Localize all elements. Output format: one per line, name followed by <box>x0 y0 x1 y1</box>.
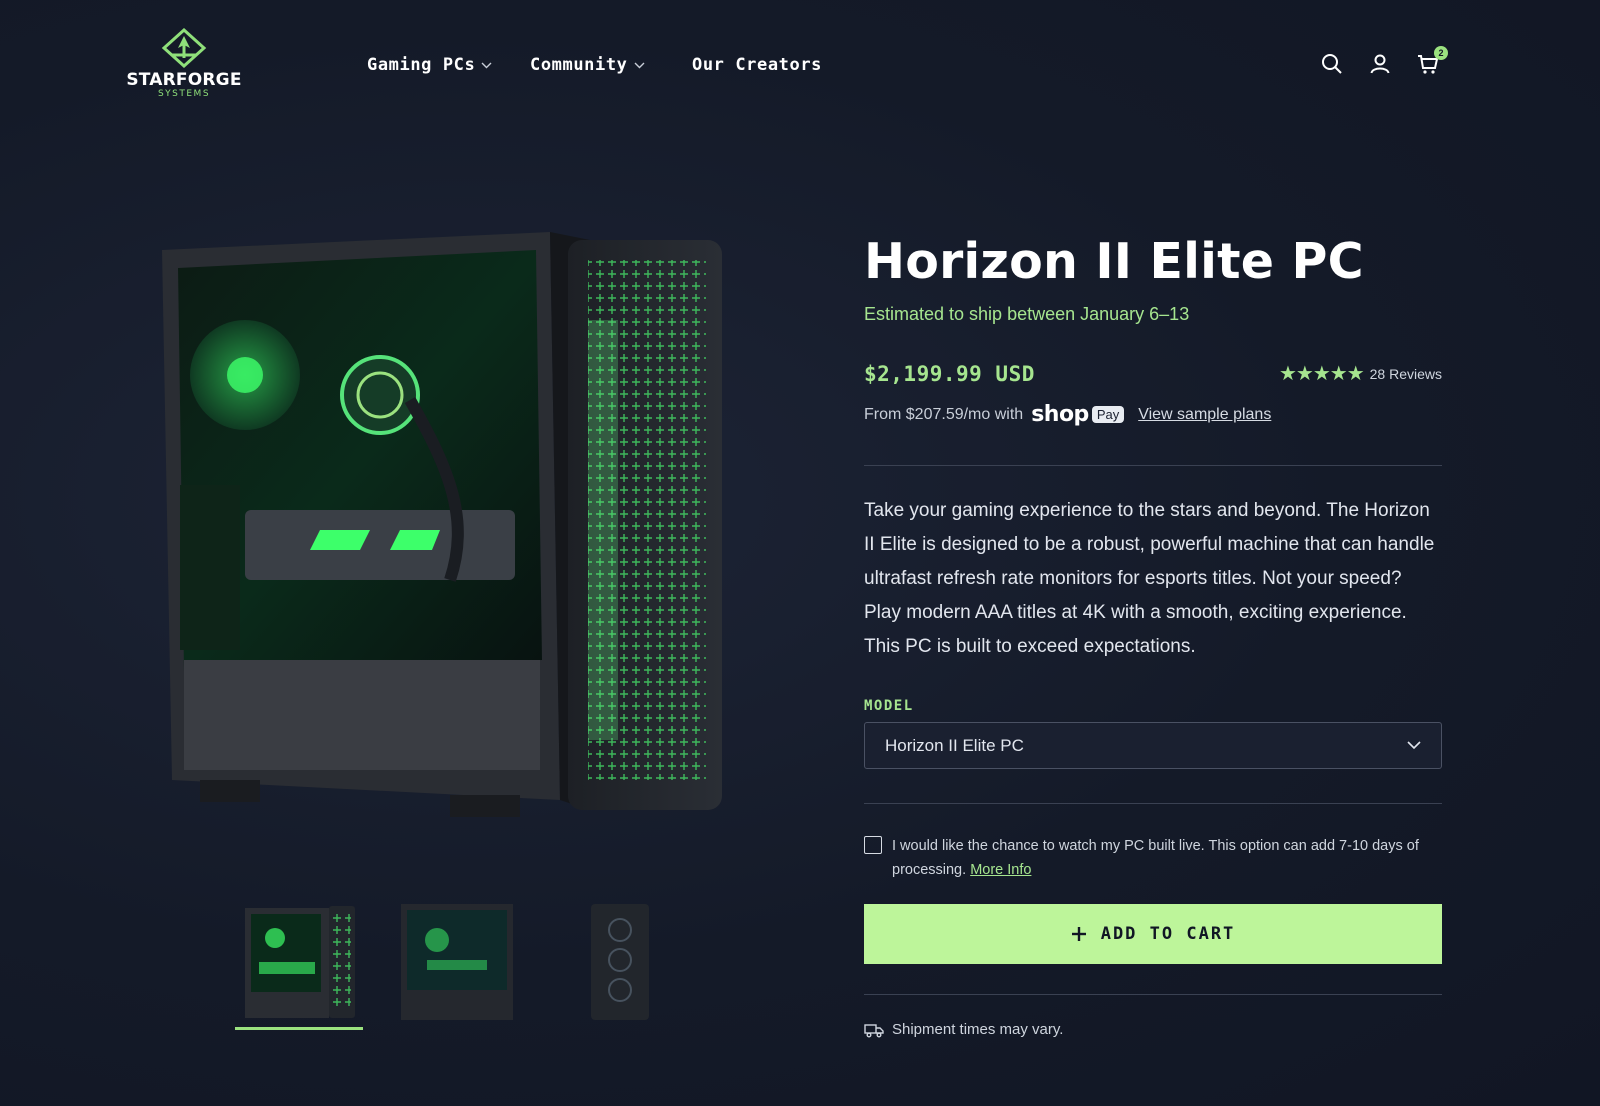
product-info: Horizon II Elite PC Estimated to ship be… <box>864 232 1442 1038</box>
shop-pay-badge: Pay <box>1091 406 1125 423</box>
add-to-cart-button[interactable]: ADD TO CART <box>864 904 1442 964</box>
thumbnail-2[interactable] <box>397 900 525 1030</box>
product-price: $2,199.99 USD <box>864 361 1035 386</box>
nav-our-creators[interactable]: Our Creators <box>692 55 822 75</box>
starforge-logo-icon <box>161 28 207 68</box>
price-row: $2,199.99 USD ★★★★★ 28 Reviews <box>864 361 1442 386</box>
reviews-count: 28 Reviews <box>1369 365 1442 382</box>
financing-text: From $207.59/mo with <box>864 405 1024 423</box>
live-build-checkbox[interactable] <box>864 836 882 854</box>
nav-community-label: Community <box>530 55 628 75</box>
nav-gaming-pcs[interactable]: Gaming PCs <box>367 55 492 75</box>
divider <box>864 465 1442 466</box>
brand-name: STARFORGE <box>126 70 242 90</box>
divider <box>864 994 1442 995</box>
cart-count-badge: 2 <box>1434 46 1448 60</box>
account-button[interactable] <box>1368 52 1392 76</box>
shop-logo-icon: shop <box>1031 402 1089 427</box>
add-to-cart-label: ADD TO CART <box>1100 924 1236 944</box>
live-build-option: I would like the chance to watch my PC b… <box>864 834 1442 882</box>
user-icon <box>1370 54 1390 74</box>
thumbnail-strip <box>235 900 687 1030</box>
site-header: STARFORGE SYSTEMS Gaming PCs Community O… <box>0 0 1600 130</box>
pc-side-thumbnail-image <box>401 904 513 1020</box>
nav-community[interactable]: Community <box>530 55 645 75</box>
pc-front-thumbnail-image <box>591 904 649 1020</box>
product-description: Take your gaming experience to the stars… <box>864 500 1435 657</box>
chevron-down-icon <box>1407 741 1421 750</box>
thumbnail-3[interactable] <box>559 900 687 1030</box>
truck-icon <box>864 1023 884 1037</box>
shipping-estimate: Estimated to ship between January 6–13 <box>864 304 1190 324</box>
pc-case-image <box>162 232 722 817</box>
view-sample-plans-link[interactable]: View sample plans <box>1138 406 1271 424</box>
live-build-label: I would like the chance to watch my PC b… <box>892 834 1442 882</box>
model-select[interactable]: Horizon II Elite PC <box>864 722 1442 769</box>
thumbnail-1[interactable] <box>235 900 363 1030</box>
search-icon <box>1322 54 1342 74</box>
product-main-image[interactable] <box>150 220 750 840</box>
plus-icon <box>1071 927 1086 941</box>
shipment-note-text: Shipment times may vary. <box>892 1021 1064 1038</box>
model-selected-value: Horizon II Elite PC <box>885 735 1024 755</box>
search-button[interactable] <box>1320 52 1344 76</box>
pc-thumbnail-image <box>245 906 355 1018</box>
product-title: Horizon II Elite PC <box>864 233 1364 290</box>
cart-button[interactable]: 2 <box>1416 46 1448 76</box>
nav-gaming-pcs-label: Gaming PCs <box>367 55 476 75</box>
shipment-note: Shipment times may vary. <box>864 1021 1442 1038</box>
chevron-down-icon <box>634 62 645 68</box>
brand-subtitle: SYSTEMS <box>157 89 211 99</box>
active-thumbnail-indicator <box>235 1027 363 1030</box>
nav-our-creators-label: Our Creators <box>692 55 823 75</box>
divider <box>864 803 1442 804</box>
chevron-down-icon <box>481 62 492 68</box>
header-actions: 2 <box>1320 46 1448 76</box>
star-rating-icon: ★★★★★ <box>1278 363 1365 385</box>
more-info-link[interactable]: More Info <box>970 862 1031 878</box>
model-label: MODEL <box>864 698 914 714</box>
financing-row: From $207.59/mo with shop Pay View sampl… <box>864 402 1442 427</box>
product-rating[interactable]: ★★★★★ 28 Reviews <box>1279 361 1442 386</box>
brand-logo[interactable]: STARFORGE SYSTEMS <box>120 28 248 102</box>
